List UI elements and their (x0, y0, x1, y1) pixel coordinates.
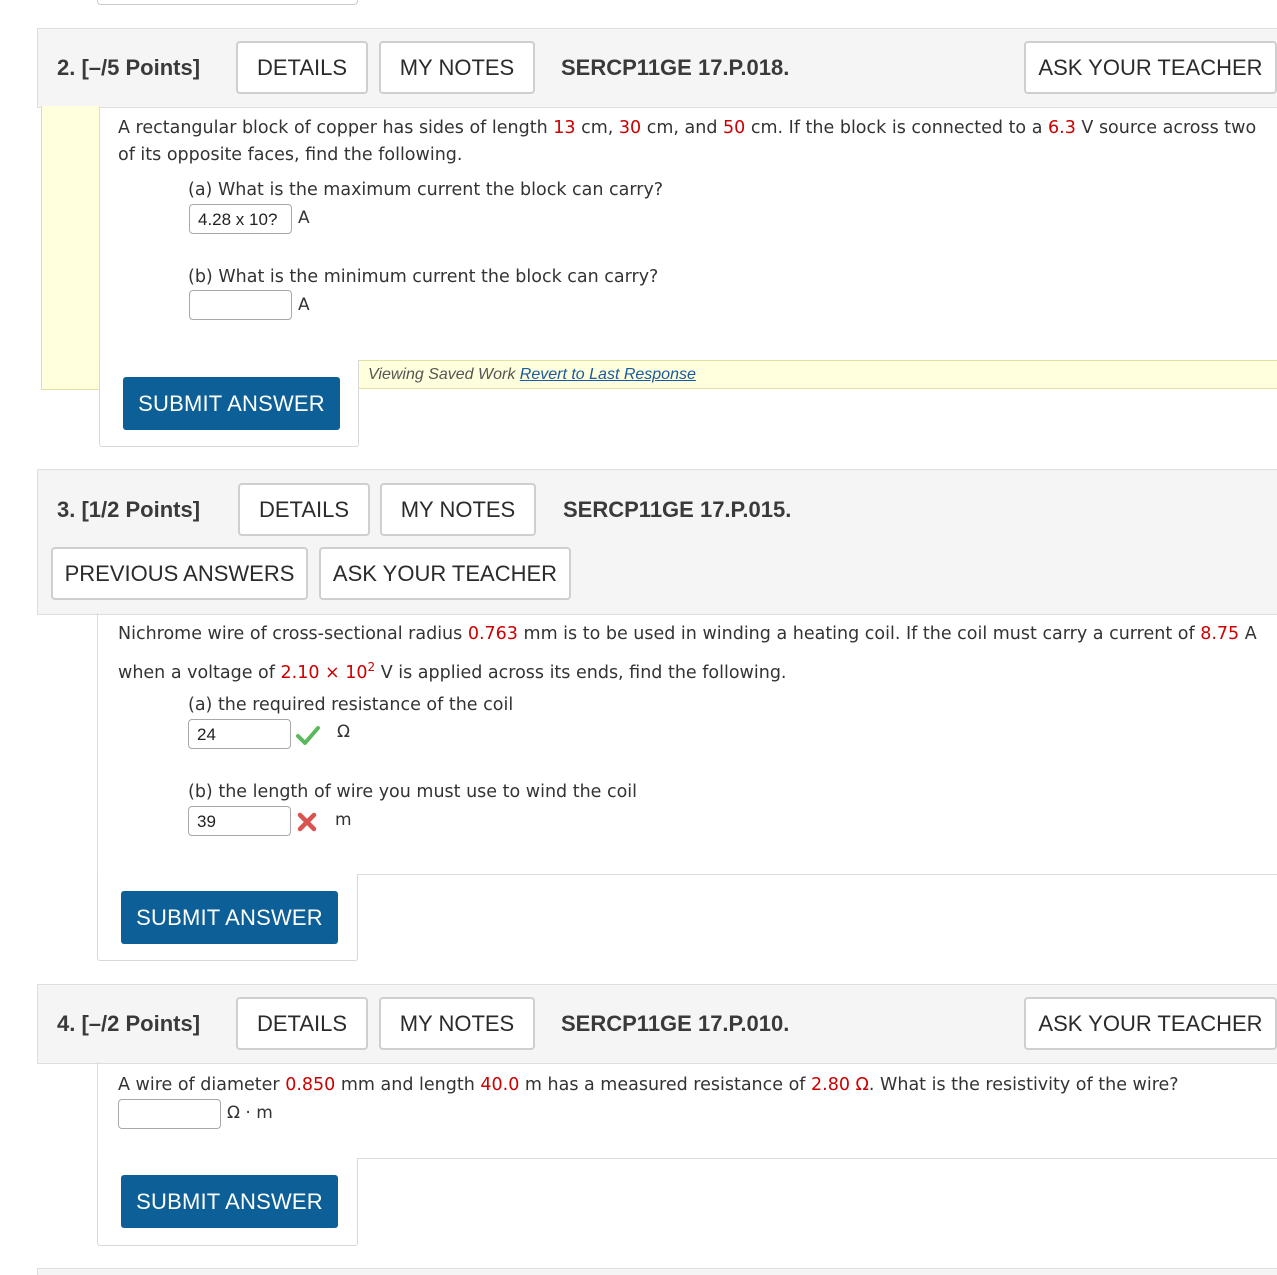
q3-part-a-input[interactable]: 24 (188, 719, 291, 749)
q4-my-notes-button[interactable]: MY NOTES (379, 997, 535, 1050)
q2-ask-teacher-button[interactable]: ASK YOUR TEACHER (1024, 41, 1277, 94)
q2-question-text-line2: of its opposite faces, find the followin… (118, 145, 463, 165)
q2-details-button[interactable]: DETAILS (236, 41, 368, 94)
q3-part-b-unit: m (335, 810, 352, 830)
q4-divider (358, 1158, 1277, 1159)
q2-number: 2. [–/5 Points] (57, 55, 201, 80)
q2-saved-work-text: Viewing Saved Work (368, 366, 520, 383)
q2-saved-work-bar: Viewing Saved Work Revert to Last Respon… (358, 360, 1277, 389)
q4-points: [–/2 Points] (81, 1011, 201, 1036)
q4-answer-unit: Ω · m (227, 1103, 273, 1123)
q3-ask-teacher-button[interactable]: ASK YOUR TEACHER (319, 547, 571, 600)
q4-ask-teacher-button[interactable]: ASK YOUR TEACHER (1024, 997, 1277, 1050)
q2-question-text: A rectangular block of copper has sides … (118, 118, 1257, 138)
q3-part-b-input[interactable]: 39 (188, 806, 291, 836)
q4-question-text: A wire of diameter 0.850 mm and length 4… (118, 1075, 1179, 1095)
cross-icon (297, 812, 317, 832)
q3-body-border (97, 613, 98, 875)
q3-number: 3. [1/2 Points] (57, 497, 201, 522)
q3-submit-button[interactable]: SUBMIT ANSWER (121, 891, 338, 944)
q4-number: 4. [–/2 Points] (57, 1011, 201, 1036)
q3-divider (358, 874, 1277, 875)
q2-part-b-unit: A (298, 295, 310, 315)
q3-part-a-prompt: (a) the required resistance of the coil (188, 695, 514, 715)
q3-part-b-prompt: (b) the length of wire you must use to w… (188, 782, 638, 802)
check-icon (296, 726, 320, 745)
q2-problem-code: SERCP11GE 17.P.018. (561, 55, 790, 80)
q2-part-b-prompt: (b) What is the minimum current the bloc… (188, 267, 659, 287)
q3-previous-answers-button[interactable]: PREVIOUS ANSWERS (51, 547, 308, 600)
q3-part-a-unit: Ω (337, 722, 350, 742)
q2-part-b-input[interactable] (189, 290, 292, 320)
q3-details-button[interactable]: DETAILS (238, 483, 370, 536)
q3-points: [1/2 Points] (81, 497, 201, 522)
q2-unanswered-indicator (41, 106, 100, 390)
q4-problem-code: SERCP11GE 17.P.010. (561, 1011, 790, 1036)
q4-submit-button[interactable]: SUBMIT ANSWER (121, 1175, 338, 1228)
q3-problem-code: SERCP11GE 17.P.015. (563, 497, 792, 522)
q2-part-a-input[interactable]: 4.28 x 10? (189, 204, 292, 234)
previous-submit-box-fragment (97, 0, 358, 5)
q2-revert-link[interactable]: Revert to Last Response (520, 366, 696, 383)
q3-my-notes-button[interactable]: MY NOTES (380, 483, 536, 536)
q2-body-border (99, 106, 100, 361)
q4-details-button[interactable]: DETAILS (236, 997, 368, 1050)
q2-part-a-prompt: (a) What is the maximum current the bloc… (188, 180, 664, 200)
q2-submit-button[interactable]: SUBMIT ANSWER (123, 377, 340, 430)
q3-question-text-line2: when a voltage of 2.10 × 102 V is applie… (118, 660, 787, 683)
q4-answer-input[interactable] (118, 1099, 221, 1129)
q3-question-text: Nichrome wire of cross-sectional radius … (118, 624, 1257, 644)
q4-body-border (97, 1062, 98, 1159)
q2-points: [–/5 Points] (81, 55, 201, 80)
q2-part-a-unit: A (298, 208, 310, 228)
q2-my-notes-button[interactable]: MY NOTES (379, 41, 535, 94)
